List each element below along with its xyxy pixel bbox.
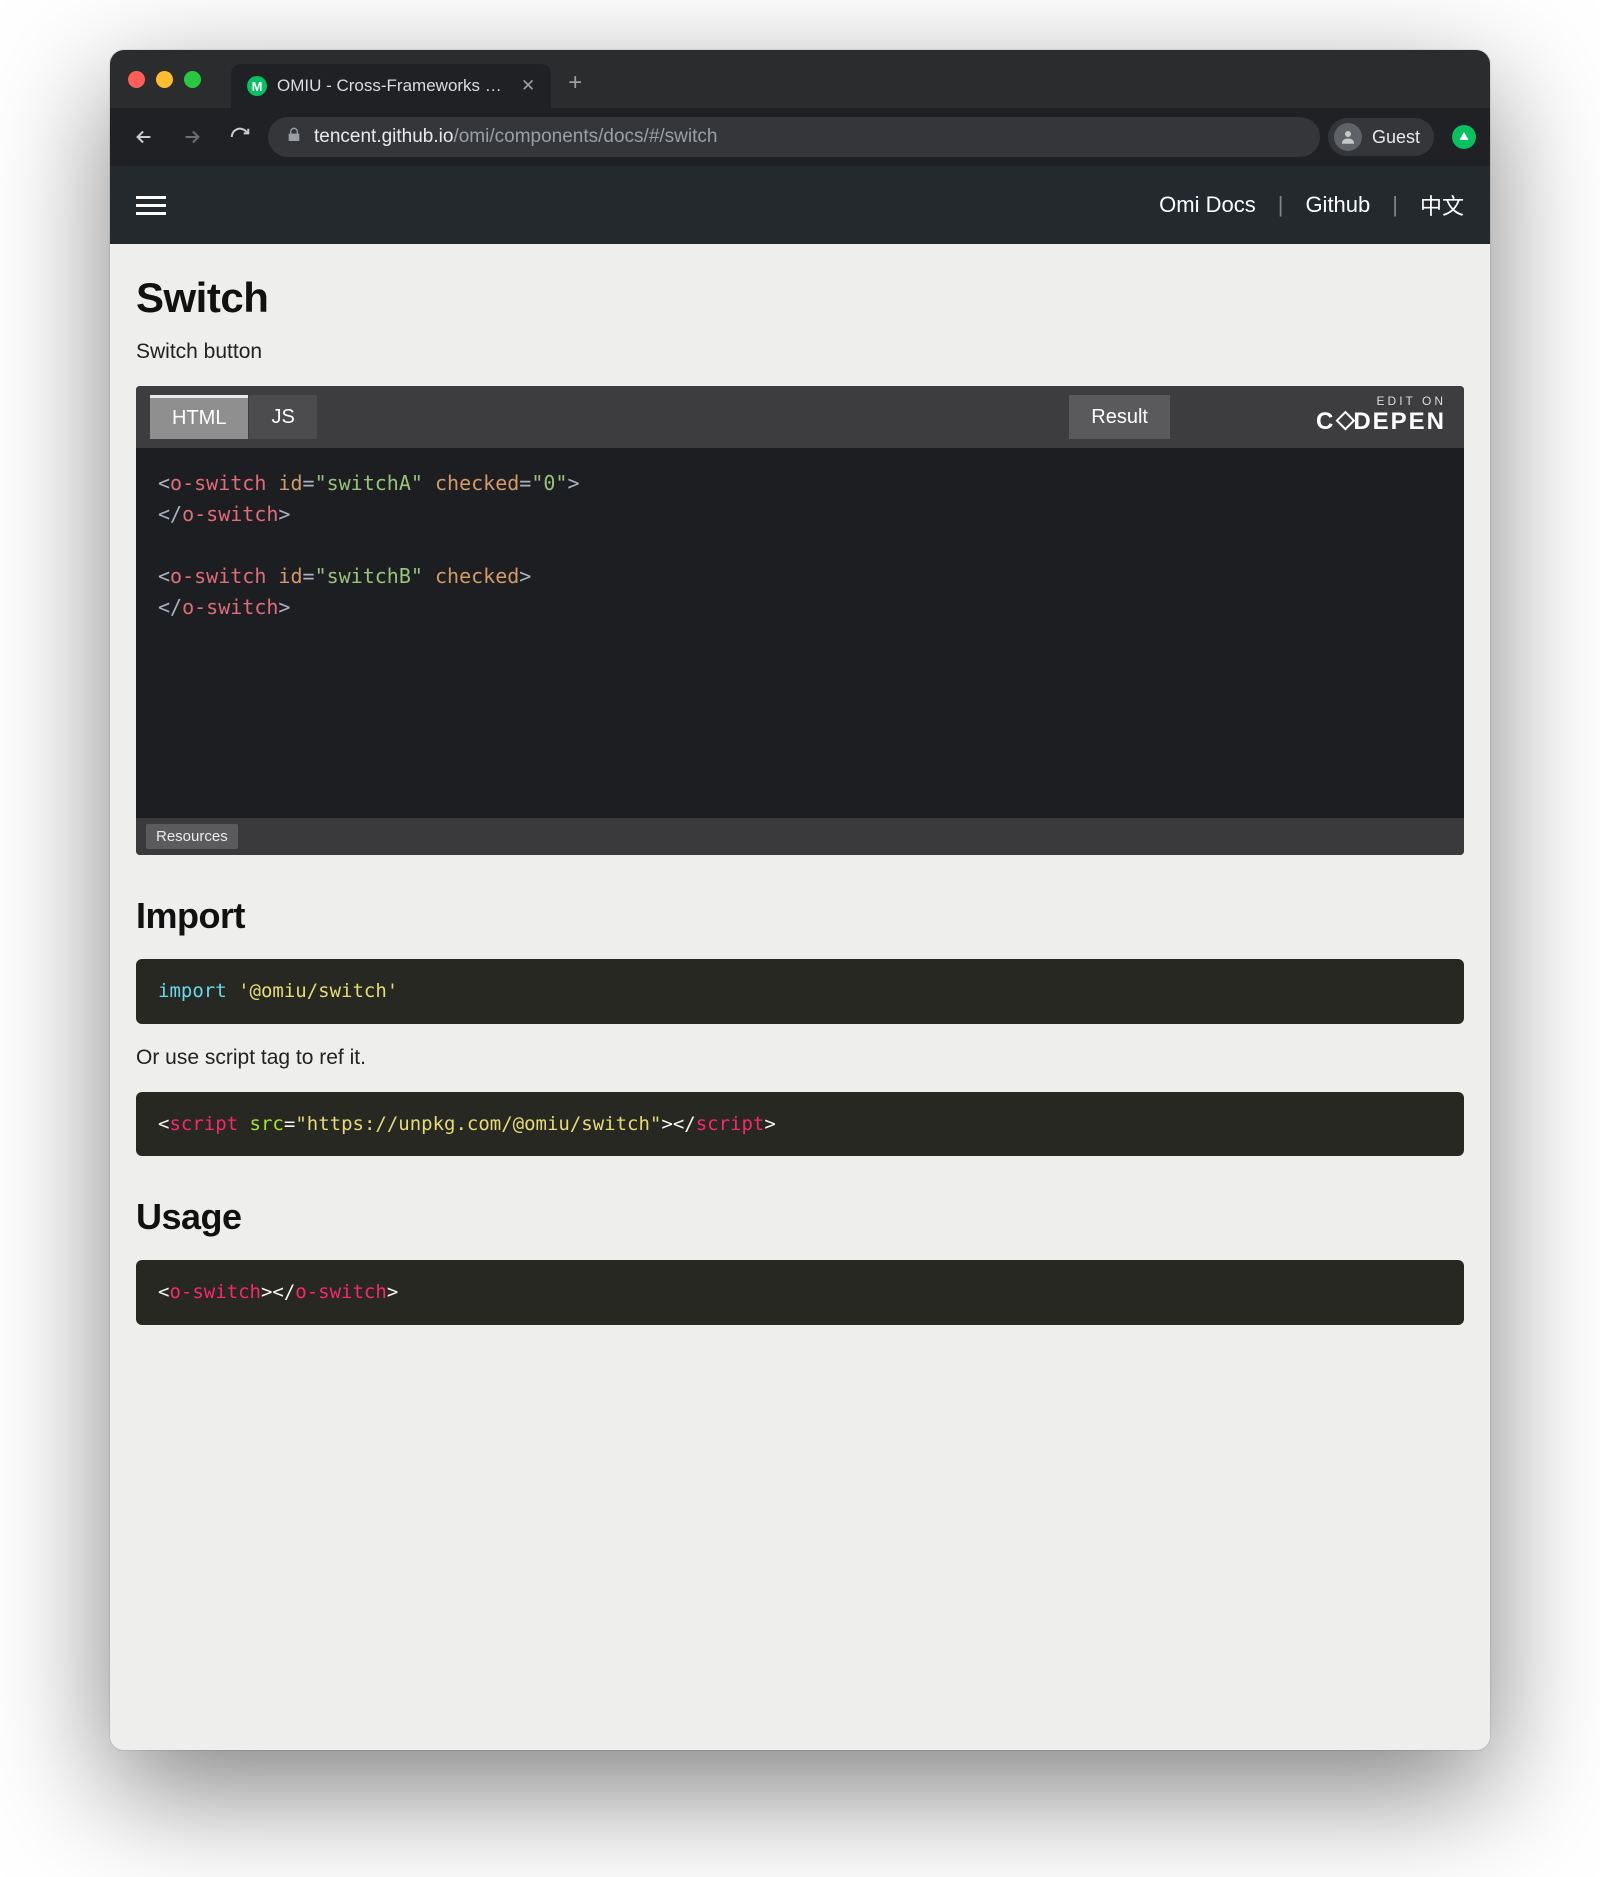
- header-nav: Omi Docs | Github | 中文: [1159, 189, 1464, 221]
- page-title: Switch: [136, 274, 1464, 322]
- traffic-lights: [128, 71, 201, 88]
- codepen-footer: Resources: [136, 818, 1464, 855]
- tab-favicon: M: [247, 76, 267, 96]
- nav-separator: |: [1392, 192, 1398, 218]
- minimize-window-button[interactable]: [156, 71, 173, 88]
- codepen-tab-js[interactable]: JS: [249, 395, 316, 439]
- arrow-left-icon: [133, 126, 155, 148]
- codepen-edit-on-label: EDIT ON: [1316, 394, 1446, 408]
- page-content: Switch Switch button HTML JS Result EDIT…: [110, 244, 1490, 1750]
- tab-title: OMIU - Cross-Frameworks UI F: [277, 76, 507, 96]
- nav-chinese[interactable]: 中文: [1420, 189, 1464, 221]
- browser-tab[interactable]: M OMIU - Cross-Frameworks UI F ✕: [231, 64, 551, 108]
- codepen-resources-button[interactable]: Resources: [146, 824, 238, 849]
- menu-button[interactable]: [136, 196, 166, 215]
- codepen-toolbar: HTML JS Result EDIT ON CDEPEN: [136, 386, 1464, 448]
- code-usage[interactable]: <o-switch></o-switch>: [136, 1260, 1464, 1325]
- tabstrip: M OMIU - Cross-Frameworks UI F ✕ +: [231, 50, 587, 108]
- page-viewport: Omi Docs | Github | 中文 Switch Switch but…: [110, 166, 1490, 1750]
- codepen-tab-html[interactable]: HTML: [150, 395, 248, 439]
- codepen-brand-link[interactable]: EDIT ON CDEPEN: [1316, 394, 1446, 436]
- arrow-right-icon: [181, 126, 203, 148]
- avatar-icon: [1334, 123, 1362, 151]
- forward-button[interactable]: [172, 117, 212, 157]
- titlebar: M OMIU - Cross-Frameworks UI F ✕ +: [110, 50, 1490, 108]
- codepen-result-button[interactable]: Result: [1069, 395, 1170, 439]
- browser-window: M OMIU - Cross-Frameworks UI F ✕ + tence…: [110, 50, 1490, 1750]
- url-text: tencent.github.io/omi/components/docs/#/…: [314, 126, 717, 148]
- new-tab-button[interactable]: +: [563, 71, 587, 95]
- codepen-embed: HTML JS Result EDIT ON CDEPEN <o-switch …: [136, 386, 1464, 855]
- or-text: Or use script tag to ref it.: [136, 1046, 1464, 1070]
- maximize-window-button[interactable]: [184, 71, 201, 88]
- reload-icon: [229, 126, 251, 148]
- code-import[interactable]: import '@omiu/switch': [136, 959, 1464, 1024]
- reload-button[interactable]: [220, 117, 260, 157]
- close-tab-icon[interactable]: ✕: [521, 76, 535, 96]
- address-bar[interactable]: tencent.github.io/omi/components/docs/#/…: [268, 117, 1320, 157]
- extension-badge[interactable]: [1452, 125, 1476, 149]
- nav-omi-docs[interactable]: Omi Docs: [1159, 192, 1256, 218]
- toolbar: tencent.github.io/omi/components/docs/#/…: [110, 108, 1490, 166]
- back-button[interactable]: [124, 117, 164, 157]
- codepen-logo: CDEPEN: [1316, 408, 1446, 436]
- nav-separator: |: [1278, 192, 1284, 218]
- nav-github[interactable]: Github: [1305, 192, 1370, 218]
- codepen-editor[interactable]: <o-switch id="switchA" checked="0"></o-s…: [136, 448, 1464, 818]
- lock-icon: [286, 127, 302, 148]
- profile-label: Guest: [1372, 127, 1420, 148]
- profile-chip[interactable]: Guest: [1328, 118, 1434, 156]
- site-header: Omi Docs | Github | 中文: [110, 166, 1490, 244]
- page-subtitle: Switch button: [136, 340, 1464, 364]
- section-title-usage: Usage: [136, 1196, 1464, 1238]
- section-title-import: Import: [136, 895, 1464, 937]
- code-script-tag[interactable]: <script src="https://unpkg.com/@omiu/swi…: [136, 1092, 1464, 1157]
- close-window-button[interactable]: [128, 71, 145, 88]
